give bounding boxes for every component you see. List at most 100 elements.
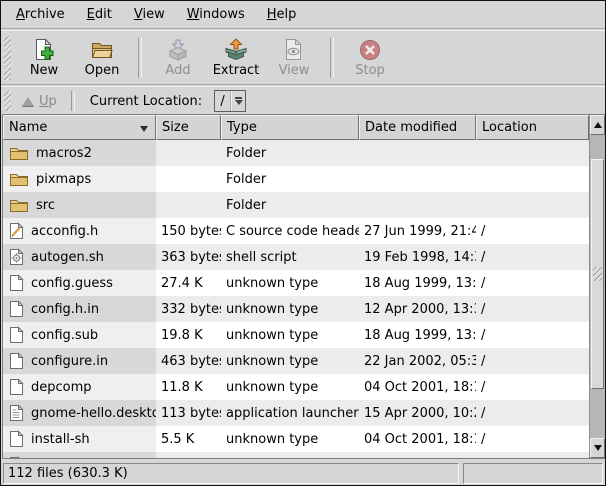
add-files-icon [166, 37, 190, 63]
menu-windows-label: Windows [187, 7, 245, 22]
location-cell [476, 192, 589, 218]
size-cell [156, 192, 221, 218]
open-button-label: Open [85, 64, 120, 78]
date-cell [359, 452, 476, 458]
location-cell [476, 166, 589, 192]
plain-file-icon [9, 430, 24, 448]
stop-icon [358, 37, 382, 63]
table-row-macros2[interactable]: macros2 Folder [3, 140, 589, 166]
table-row-autogen-sh[interactable]: autogen.sh 363 bytes shell script 19 Feb… [3, 244, 589, 270]
column-header-location-label: Location [482, 120, 537, 135]
file-name: autogen.sh [31, 250, 104, 265]
location-cell: / [476, 374, 589, 400]
table-row-install-sh[interactable]: install-sh 5.5 K unknown type 04 Oct 200… [3, 426, 589, 452]
new-archive-icon [32, 37, 56, 63]
name-cell: acconfig.h [3, 218, 156, 244]
new-button-label: New [30, 64, 58, 78]
size-cell [156, 166, 221, 192]
date-cell: 04 Oct 2001, 18:12 [359, 374, 476, 400]
name-cell: src [3, 192, 156, 218]
name-cell: install-sh [3, 426, 156, 452]
file-name: src [36, 198, 55, 213]
type-cell: unknown type [221, 322, 359, 348]
menu-help-label: Help [267, 7, 297, 22]
current-location-label: Current Location: [90, 94, 202, 109]
type-cell: unknown type [221, 270, 359, 296]
table-row-src[interactable]: src Folder [3, 192, 589, 218]
column-header-name[interactable]: Name [3, 115, 156, 140]
size-cell [156, 452, 221, 458]
toolbar-separator [330, 38, 334, 78]
scroll-up-button[interactable] [590, 115, 605, 135]
menu-windows[interactable]: Windows [176, 4, 256, 25]
file-name: pixmaps [36, 172, 91, 187]
menu-view[interactable]: View [123, 4, 176, 25]
location-combo[interactable]: / [214, 90, 246, 112]
view-file-icon [282, 37, 306, 63]
open-button[interactable]: Open [73, 35, 131, 80]
column-header-size[interactable]: Size [156, 115, 221, 140]
table-row-depcomp[interactable]: depcomp 11.8 K unknown type 04 Oct 2001,… [3, 374, 589, 400]
location-cell [476, 140, 589, 166]
table-row-pixmaps[interactable]: pixmaps Folder [3, 166, 589, 192]
plain-file-icon [9, 378, 24, 396]
type-cell: unknown type [221, 348, 359, 374]
size-cell: 150 bytes [156, 218, 221, 244]
up-button: Up [15, 92, 64, 111]
location-cell: / [476, 400, 589, 426]
table-row-config-guess[interactable]: config.guess 27.4 K unknown type 18 Aug … [3, 270, 589, 296]
column-header-type[interactable]: Type [221, 115, 359, 140]
date-cell [359, 140, 476, 166]
combo-dropdown-icon[interactable] [231, 91, 245, 111]
date-cell: 18 Aug 1999, 13:53 [359, 270, 476, 296]
type-cell: C source code header [221, 218, 359, 244]
file-name: configure.in [31, 354, 108, 369]
type-cell: application launcher [221, 400, 359, 426]
scrollbar-grip-icon [593, 267, 602, 281]
menu-help[interactable]: Help [256, 4, 308, 25]
table-row-acconfig-h[interactable]: acconfig.h 150 bytes C source code heade… [3, 218, 589, 244]
type-cell [221, 452, 359, 458]
menu-edit[interactable]: Edit [76, 4, 123, 25]
column-header-date-modified[interactable]: Date modified [359, 115, 476, 140]
type-cell: Folder [221, 140, 359, 166]
date-cell [359, 192, 476, 218]
stop-button-label: Stop [355, 64, 385, 78]
extract-button[interactable]: Extract [207, 35, 265, 80]
file-list-frame: Name Size Type Date modified Location ma… [2, 114, 606, 459]
location-bar: Up Current Location: / [1, 86, 605, 115]
type-cell: Folder [221, 166, 359, 192]
view-button-label: View [279, 64, 310, 78]
table-row-config-sub[interactable]: config.sub 19.8 K unknown type 18 Aug 19… [3, 322, 589, 348]
extract-button-label: Extract [213, 64, 260, 78]
toolbar-grip-handle[interactable] [4, 36, 11, 80]
launcher-file-icon [9, 404, 24, 422]
column-header-type-label: Type [227, 120, 257, 135]
location-bar-grip-handle[interactable] [4, 91, 11, 111]
table-row-config-h-in[interactable]: config.h.in 332 bytes unknown type 12 Ap… [3, 296, 589, 322]
menu-view-label: View [134, 7, 165, 22]
new-button[interactable]: New [15, 35, 73, 80]
folder-icon [9, 171, 29, 188]
column-header-date-modified-label: Date modified [365, 120, 457, 135]
menu-archive[interactable]: Archive [5, 4, 76, 25]
name-cell [3, 452, 156, 458]
menu-edit-label: Edit [87, 7, 112, 22]
file-name: depcomp [31, 380, 92, 395]
size-cell: 113 bytes [156, 400, 221, 426]
table-row-gnome-hello-desktop[interactable]: gnome-hello.desktop 113 bytes applicatio… [3, 400, 589, 426]
size-cell: 363 bytes [156, 244, 221, 270]
add-button-label: Add [165, 64, 190, 78]
location-cell [476, 452, 589, 458]
location-cell: / [476, 270, 589, 296]
table-row-configure-in[interactable]: configure.in 463 bytes unknown type 22 J… [3, 348, 589, 374]
vertical-scrollbar[interactable] [589, 115, 605, 458]
column-header-location[interactable]: Location [476, 115, 589, 140]
size-cell: 19.8 K [156, 322, 221, 348]
scroll-down-button[interactable] [590, 438, 605, 458]
location-combo-value: / [215, 91, 231, 111]
name-cell: config.sub [3, 322, 156, 348]
scrollbar-thumb[interactable] [591, 159, 604, 389]
plain-file-icon [9, 326, 24, 344]
location-cell: / [476, 218, 589, 244]
